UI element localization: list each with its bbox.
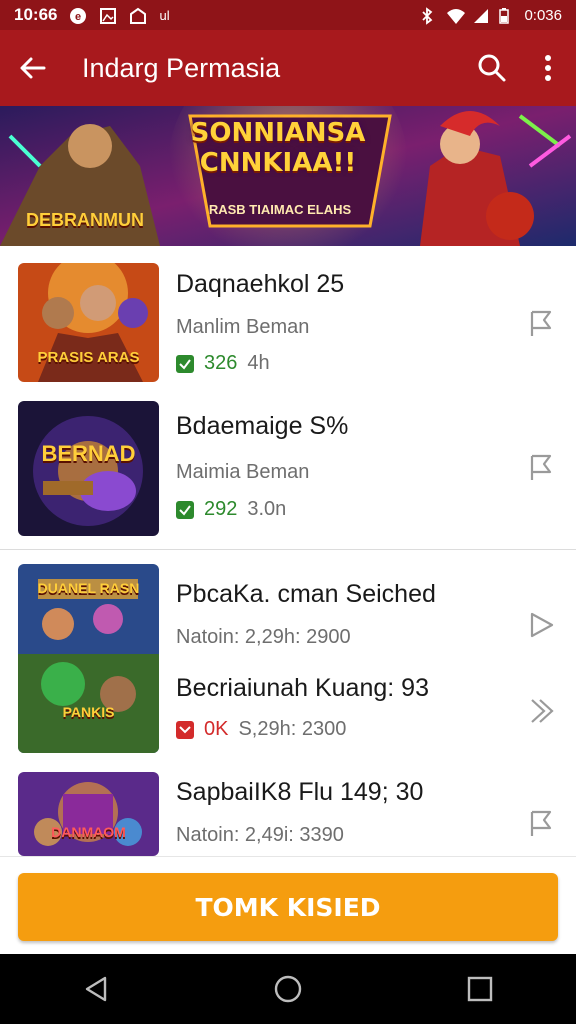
item-title: Becriaiunah Kuang: 93 xyxy=(176,674,429,702)
battery-text: 0:036 xyxy=(524,6,562,24)
flag-icon[interactable] xyxy=(526,308,556,338)
item-meta-extra: 4h xyxy=(247,352,270,374)
list-item[interactable]: Becriaiunah Kuang: 93 0K S,29h: 2300 xyxy=(0,650,576,762)
bottom-action-area: TOMK KISIED xyxy=(0,856,576,954)
item-meta-extra: S,29h: 2300 xyxy=(238,718,347,740)
game-list: PRASIS ARAS Daqnaehkol 25 Manlim Beman 3… xyxy=(0,246,576,856)
notification-icon: e xyxy=(69,7,87,24)
item-meta-extra: 3.0n xyxy=(247,498,287,520)
item-title: Bdaemaige S% xyxy=(176,412,349,440)
more-options-button[interactable] xyxy=(520,30,576,106)
bluetooth-icon xyxy=(420,7,438,25)
banner-left-caption: DEBRANMUN xyxy=(26,210,144,230)
item-title: PbcaKa. cman Seiched xyxy=(176,580,436,608)
check-icon xyxy=(176,354,194,373)
play-icon[interactable] xyxy=(526,610,556,640)
promo-banner[interactable]: SONNIANSA CNNKIAA!! RASB TIAIMAC ELAHS D… xyxy=(0,106,576,246)
flag-status-icon xyxy=(176,720,194,739)
item-meta: 326 4h xyxy=(176,352,270,375)
nav-home-button[interactable] xyxy=(258,959,318,1019)
back-button[interactable] xyxy=(0,30,66,106)
more-vert-icon xyxy=(545,55,551,81)
search-icon xyxy=(478,54,506,82)
item-subtitle: Natoin: 2,49i: 3390 xyxy=(176,824,344,846)
primary-action-button[interactable]: TOMK KISIED xyxy=(18,873,558,941)
home-circle-icon xyxy=(274,975,302,1003)
list-item[interactable]: DUANEL RASN PANKIS PbcaKa. cman Seiched … xyxy=(0,550,576,753)
gallery-icon xyxy=(99,7,117,24)
check-icon xyxy=(176,500,194,519)
banner-title: SONNIANSA CNNKIAA!! xyxy=(190,118,366,178)
nav-back-button[interactable] xyxy=(66,959,126,1019)
nav-recents-button[interactable] xyxy=(450,959,510,1019)
item-thumbnail: BERNAD xyxy=(18,401,159,536)
system-nav-bar xyxy=(0,954,576,1024)
item-title: SapbaiIK8 Flu 149; 30 xyxy=(176,778,424,806)
page-title: Indarg Permasia xyxy=(82,52,281,83)
flag-icon[interactable] xyxy=(526,452,556,482)
item-meta-value: 326 xyxy=(204,352,238,374)
item-meta: 292 3.0n xyxy=(176,498,286,521)
svg-text:e: e xyxy=(75,11,81,23)
status-time: 10:66 xyxy=(14,5,58,24)
item-title: Daqnaehkol 25 xyxy=(176,270,345,298)
search-button[interactable] xyxy=(464,30,520,106)
flag-icon[interactable] xyxy=(526,808,556,838)
forward-icon[interactable] xyxy=(526,696,556,726)
banner-subtitle: RASB TIAIMAC ELAHS xyxy=(208,202,352,217)
recents-square-icon xyxy=(467,976,493,1002)
battery-icon xyxy=(498,7,516,24)
item-thumbnail: DANMAOM xyxy=(18,772,159,856)
app-bar: Indarg Permasia xyxy=(0,30,576,106)
item-meta: 0K S,29h: 2300 xyxy=(176,718,346,741)
signal-label: ul xyxy=(159,7,170,23)
item-subtitle: Manlim Beman xyxy=(176,316,310,338)
signal-icon xyxy=(472,7,490,23)
status-bar: 10:66 e ul 0:036 xyxy=(0,0,576,30)
item-meta-value: 0K xyxy=(204,718,229,740)
back-triangle-icon xyxy=(85,976,107,1002)
list-item[interactable]: DANMAOM SapbaiIK8 Flu 149; 30 Natoin: 2,… xyxy=(0,762,576,856)
back-arrow-icon xyxy=(20,57,46,79)
wifi-icon xyxy=(446,7,466,24)
item-subtitle: Natoin: 2,29h: 2900 xyxy=(176,626,351,648)
list-item[interactable]: PRASIS ARAS Daqnaehkol 25 Manlim Beman 3… xyxy=(0,246,576,396)
item-subtitle: Maimia Beman xyxy=(176,461,310,483)
item-thumbnail: PRASIS ARAS xyxy=(18,263,159,382)
list-item[interactable]: BERNAD Bdaemaige S% Maimia Beman 292 3.0… xyxy=(0,396,576,548)
store-icon xyxy=(129,7,147,24)
item-meta-value: 292 xyxy=(204,498,238,520)
